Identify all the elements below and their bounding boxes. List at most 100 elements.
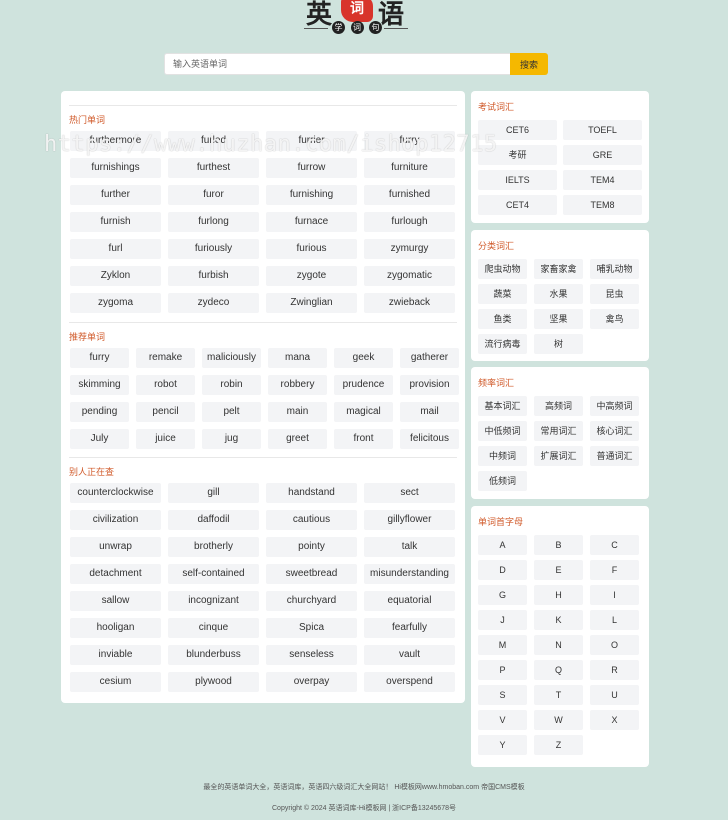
letter-link[interactable]: I [590,585,639,605]
hot-word-link[interactable]: zwieback [364,293,455,313]
hot-word-link[interactable]: zymurgy [364,239,455,259]
searching-word-link[interactable]: cinque [168,618,259,638]
hot-word-link[interactable]: furlough [364,212,455,232]
exam-vocab-link[interactable]: TEM8 [563,195,642,215]
recommend-word-link[interactable]: felicitous [400,429,459,449]
searching-word-link[interactable]: hooligan [70,618,161,638]
letter-link[interactable]: S [478,685,527,705]
letter-link[interactable]: B [534,535,583,555]
exam-vocab-link[interactable]: GRE [563,145,642,165]
letter-link[interactable]: R [590,660,639,680]
letter-link[interactable]: Q [534,660,583,680]
category-vocab-link[interactable]: 水果 [534,284,583,304]
hot-word-link[interactable]: furnishings [70,158,161,178]
search-input[interactable] [164,53,510,75]
recommend-word-link[interactable]: mail [400,402,459,422]
searching-word-link[interactable]: sallow [70,591,161,611]
hot-word-link[interactable]: furthermore [70,131,161,151]
searching-word-link[interactable]: cesium [70,672,161,692]
searching-word-link[interactable]: sect [364,483,455,503]
hot-word-link[interactable]: zygote [266,266,357,286]
exam-vocab-link[interactable]: 考研 [478,145,557,165]
letter-link[interactable]: A [478,535,527,555]
searching-word-link[interactable]: equatorial [364,591,455,611]
category-vocab-link[interactable]: 哺乳动物 [590,259,639,279]
hot-word-link[interactable]: furry [364,131,455,151]
letter-link[interactable]: M [478,635,527,655]
frequency-vocab-link[interactable]: 核心词汇 [590,421,639,441]
recommend-word-link[interactable]: greet [268,429,327,449]
hot-word-link[interactable]: zygoma [70,293,161,313]
hot-word-link[interactable]: furrow [266,158,357,178]
hot-word-link[interactable]: further [70,185,161,205]
frequency-vocab-link[interactable]: 中频词 [478,446,527,466]
letter-link[interactable]: H [534,585,583,605]
letter-link[interactable]: F [590,560,639,580]
searching-word-link[interactable]: overpay [266,672,357,692]
recommend-word-link[interactable]: jug [202,429,261,449]
searching-word-link[interactable]: sweetbread [266,564,357,584]
searching-word-link[interactable]: gill [168,483,259,503]
exam-vocab-link[interactable]: CET6 [478,120,557,140]
category-vocab-link[interactable]: 禽鸟 [590,309,639,329]
recommend-word-link[interactable]: prudence [334,375,393,395]
searching-word-link[interactable]: Spica [266,618,357,638]
letter-link[interactable]: G [478,585,527,605]
hot-word-link[interactable]: furlong [168,212,259,232]
letter-link[interactable]: Y [478,735,527,755]
search-button[interactable]: 搜索 [510,53,548,75]
category-vocab-link[interactable]: 蔬菜 [478,284,527,304]
recommend-word-link[interactable]: provision [400,375,459,395]
hot-word-link[interactable]: furl [70,239,161,259]
searching-word-link[interactable]: daffodil [168,510,259,530]
searching-word-link[interactable]: overspend [364,672,455,692]
letter-link[interactable]: D [478,560,527,580]
recommend-word-link[interactable]: mana [268,348,327,368]
recommend-word-link[interactable]: pencil [136,402,195,422]
frequency-vocab-link[interactable]: 扩展词汇 [534,446,583,466]
recommend-word-link[interactable]: remake [136,348,195,368]
hot-word-link[interactable]: furnished [364,185,455,205]
searching-word-link[interactable]: gillyflower [364,510,455,530]
letter-link[interactable]: X [590,710,639,730]
searching-word-link[interactable]: brotherly [168,537,259,557]
letter-link[interactable]: W [534,710,583,730]
searching-word-link[interactable]: inviable [70,645,161,665]
searching-word-link[interactable]: churchyard [266,591,357,611]
searching-word-link[interactable]: talk [364,537,455,557]
letter-link[interactable]: N [534,635,583,655]
hot-word-link[interactable]: Zwinglian [266,293,357,313]
recommend-word-link[interactable]: front [334,429,393,449]
recommend-word-link[interactable]: maliciously [202,348,261,368]
recommend-word-link[interactable]: robot [136,375,195,395]
hot-word-link[interactable]: Zyklon [70,266,161,286]
letter-link[interactable]: L [590,610,639,630]
frequency-vocab-link[interactable]: 常用词汇 [534,421,583,441]
hot-word-link[interactable]: furthest [168,158,259,178]
exam-vocab-link[interactable]: TOEFL [563,120,642,140]
frequency-vocab-link[interactable]: 高频词 [534,396,583,416]
hot-word-link[interactable]: furor [168,185,259,205]
searching-word-link[interactable]: senseless [266,645,357,665]
letter-link[interactable]: T [534,685,583,705]
searching-word-link[interactable]: blunderbuss [168,645,259,665]
exam-vocab-link[interactable]: IELTS [478,170,557,190]
searching-word-link[interactable]: detachment [70,564,161,584]
recommend-word-link[interactable]: robin [202,375,261,395]
hot-word-link[interactable]: furious [266,239,357,259]
hot-word-link[interactable]: furnace [266,212,357,232]
hot-word-link[interactable]: furniture [364,158,455,178]
recommend-word-link[interactable]: robbery [268,375,327,395]
searching-word-link[interactable]: incognizant [168,591,259,611]
letter-link[interactable]: U [590,685,639,705]
hot-word-link[interactable]: zygomatic [364,266,455,286]
category-vocab-link[interactable]: 流行病毒 [478,334,527,354]
hot-word-link[interactable]: furbish [168,266,259,286]
letter-link[interactable]: C [590,535,639,555]
hot-word-link[interactable]: furiously [168,239,259,259]
category-vocab-link[interactable]: 坚果 [534,309,583,329]
recommend-word-link[interactable]: gatherer [400,348,459,368]
searching-word-link[interactable]: cautious [266,510,357,530]
category-vocab-link[interactable]: 家畜家禽 [534,259,583,279]
hot-word-link[interactable]: furled [168,131,259,151]
